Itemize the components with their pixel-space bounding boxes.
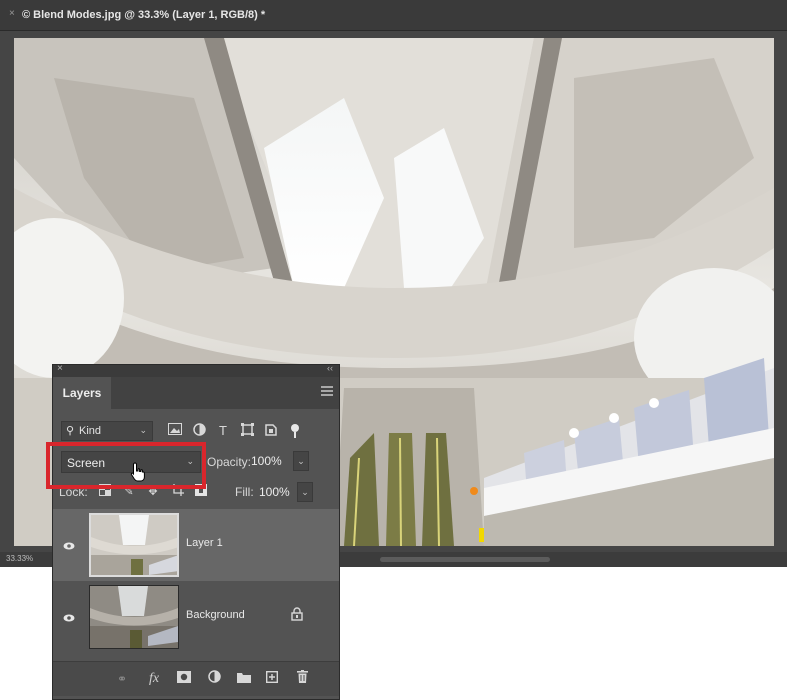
type-layer-filter-icon[interactable]: T [215,423,231,439]
adjustment-layer-filter-icon[interactable] [191,423,207,439]
fill-field[interactable]: 100% [259,485,290,499]
fx-icon[interactable]: fx [145,670,163,688]
new-layer-icon[interactable] [263,670,281,688]
lock-row: Lock: ✎ ✥ Fill: 100% ⌄ [59,482,329,502]
opacity-label: Opacity: [207,455,252,469]
adjustment-layer-icon[interactable] [205,670,223,688]
pointer-cursor-icon [130,462,146,487]
link-layers-icon[interactable]: ⚭ [113,670,131,688]
filter-kind-select[interactable]: ⚲ Kind ⌄ [61,421,153,441]
filter-toggle-icon[interactable] [287,423,303,439]
filter-kind-label: Kind [79,425,102,437]
lock-all-icon[interactable] [193,484,209,500]
zoom-readout[interactable]: 33.33% [6,554,33,563]
layer-thumbnail [89,513,179,577]
panel-footer: ⚭ fx [53,661,339,696]
new-group-icon[interactable] [235,670,253,688]
panel-menu-icon[interactable] [321,386,333,398]
fill-dropdown-button[interactable]: ⌄ [297,482,313,502]
panel-close-button[interactable]: × [57,363,63,374]
blend-mode-value: Screen [67,456,106,470]
fill-label: Fill: [235,485,254,499]
pixel-layer-filter-icon[interactable] [167,423,183,439]
smart-object-filter-icon[interactable] [263,423,279,439]
document-title: © Blend Modes.jpg @ 33.3% (Layer 1, RGB/… [22,9,266,21]
shape-layer-filter-icon[interactable] [239,423,255,439]
layer-thumbnail [89,585,179,649]
tab-layers[interactable]: Layers [53,377,111,409]
panel-tab-row: Layers [53,377,339,409]
layer-name[interactable]: Layer 1 [186,537,223,549]
document-close-button[interactable]: × [9,8,15,19]
layer-row-layer-1[interactable]: Layer 1 [53,509,339,581]
artboard-lock-icon[interactable] [169,484,185,500]
lock-label: Lock: [59,485,88,499]
layers-panel: × ‹‹ Layers ⚲ Kind ⌄ T Screen ⌄ Opacity:… [52,363,340,700]
layer-row-background[interactable]: Background [53,581,339,653]
horizontal-scrollbar[interactable] [380,557,550,562]
eye-icon[interactable] [63,611,75,623]
document-tab[interactable]: × © Blend Modes.jpg @ 33.3% (Layer 1, RG… [0,0,787,31]
panel-collapse-button[interactable]: ‹‹ [327,363,333,373]
layer-name[interactable]: Background [186,609,245,621]
chevron-down-icon: ⌄ [186,456,194,466]
delete-layer-icon[interactable] [293,670,311,688]
lock-transparent-pixels-icon[interactable] [97,484,113,500]
blend-row: Screen ⌄ Opacity: 100% ⌄ [61,451,331,473]
opacity-dropdown-button[interactable]: ⌄ [293,451,309,471]
eye-icon[interactable] [63,539,75,551]
panel-title-bar[interactable]: × ‹‹ [53,363,339,377]
search-icon: ⚲ [66,425,75,437]
add-mask-icon[interactable] [175,670,193,688]
opacity-field[interactable]: 100% [251,454,282,468]
layer-filter-row: ⚲ Kind ⌄ T [61,421,331,443]
chevron-down-icon: ⌄ [139,425,147,435]
lock-icon[interactable] [291,607,303,621]
lock-position-icon[interactable]: ✥ [145,484,161,500]
